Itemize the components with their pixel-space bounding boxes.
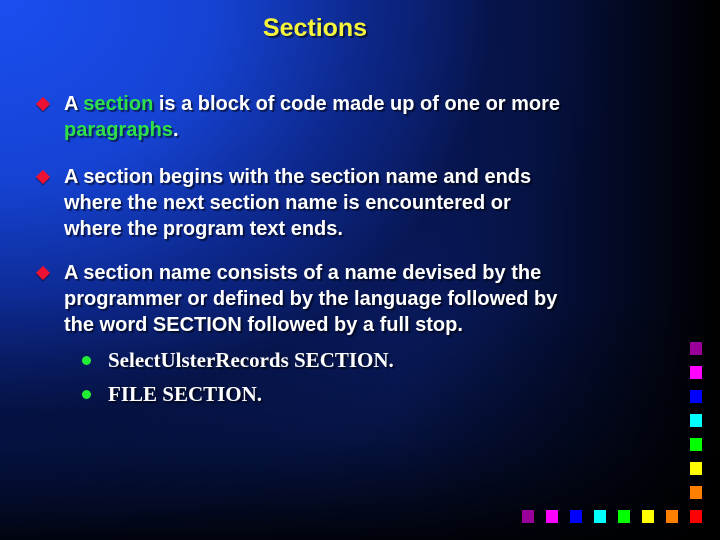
bullet-3-line-3: the word SECTION followed by a full stop…	[64, 314, 463, 336]
bullet-1-line-1: A section is a block of code made up of …	[64, 91, 684, 117]
vertical-color-square	[690, 438, 702, 451]
bullet-1-line-2: paragraphs.	[64, 117, 684, 143]
bullet-3: A section name consists of a name devise…	[64, 260, 684, 338]
highlight-term: section	[83, 93, 154, 115]
bullet-2-line-2: where the next section name is encounter…	[64, 192, 511, 214]
sub-item-1: SelectUlsterRecords SECTION.	[108, 348, 394, 372]
vertical-color-square	[690, 366, 702, 379]
horizontal-color-square	[522, 510, 534, 523]
vertical-color-square	[690, 414, 702, 427]
slide-title: Sections	[262, 14, 368, 42]
dot-bullet-icon	[82, 390, 91, 399]
vertical-color-square	[690, 486, 702, 499]
horizontal-color-square	[618, 510, 630, 523]
horizontal-color-square	[546, 510, 558, 523]
bullet-2-line-1: A section begins with the section name a…	[64, 166, 532, 188]
bullet-2-line-3: where the program text ends.	[64, 218, 343, 240]
vertical-color-square	[690, 342, 702, 355]
dot-bullet-icon	[82, 356, 91, 365]
horizontal-color-square	[570, 510, 582, 523]
horizontal-color-square	[642, 510, 654, 523]
bullet-text: is a block of code made up of one or mor…	[153, 93, 561, 115]
horizontal-color-square	[594, 510, 606, 523]
bullet-3-line-2: programmer or defined by the language fo…	[64, 288, 558, 310]
sub-item-2: FILE SECTION.	[108, 382, 263, 406]
highlight-term: paragraphs	[64, 119, 173, 141]
bullet-text: A	[64, 93, 84, 115]
bullet-text: .	[172, 119, 179, 141]
vertical-color-square	[690, 510, 702, 523]
bullet-1: A section is a block of code made up of …	[64, 91, 684, 143]
bullet-3-line-1: A section name consists of a name devise…	[64, 262, 542, 284]
vertical-color-square	[690, 462, 702, 475]
bullet-2: A section begins with the section name a…	[64, 164, 684, 242]
vertical-color-square	[690, 390, 702, 403]
horizontal-color-square	[666, 510, 678, 523]
